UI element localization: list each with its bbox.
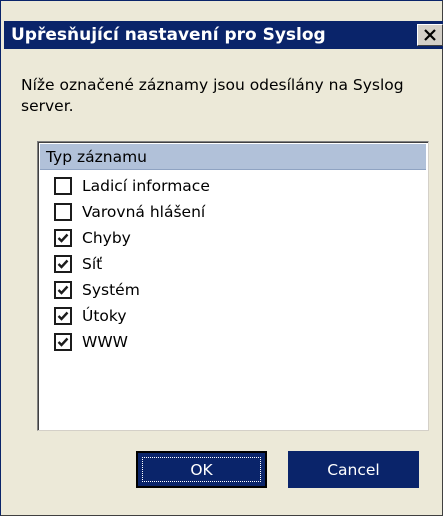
list-item-debug-info[interactable]: Ladicí informace <box>40 173 426 199</box>
checkbox-www[interactable] <box>54 333 72 351</box>
list-item-label: Útoky <box>82 307 127 325</box>
checkmark-icon <box>57 233 69 243</box>
list-item-label: Chyby <box>82 229 131 247</box>
checkbox-debug-info[interactable] <box>54 177 72 195</box>
dialog-description: Níže označené záznamy jsou odesílány na … <box>21 76 404 115</box>
checkbox-errors[interactable] <box>54 229 72 247</box>
cancel-button[interactable]: Cancel <box>288 451 419 488</box>
checkmark-icon <box>57 311 69 321</box>
list-item-network[interactable]: Síť <box>40 251 426 277</box>
list-item-system[interactable]: Systém <box>40 277 426 303</box>
checkmark-icon <box>57 285 69 295</box>
list-item-warnings[interactable]: Varovná hlášení <box>40 199 426 225</box>
focus-ring <box>142 457 261 482</box>
list-item-errors[interactable]: Chyby <box>40 225 426 251</box>
checkbox-system[interactable] <box>54 281 72 299</box>
list-item-attacks[interactable]: Útoky <box>40 303 426 329</box>
checkbox-network[interactable] <box>54 255 72 273</box>
list-item-label: Systém <box>82 281 140 299</box>
close-button[interactable] <box>417 24 443 46</box>
cancel-button-label: Cancel <box>327 460 380 479</box>
list-item-www[interactable]: WWW <box>40 329 426 355</box>
title-bar[interactable]: Upřesňující nastavení pro Syslog <box>4 21 443 49</box>
list-item-label: Síť <box>82 255 103 273</box>
syslog-settings-dialog: Upřesňující nastavení pro Syslog Níže oz… <box>0 0 443 516</box>
ok-button[interactable]: OK <box>136 451 267 488</box>
list-column-header[interactable]: Typ záznamu <box>40 144 426 170</box>
record-type-list[interactable]: Typ záznamu Ladicí informace Varovná hlá… <box>37 141 429 431</box>
list-items: Ladicí informace Varovná hlášení Chyby S… <box>40 173 426 355</box>
close-icon <box>424 29 436 41</box>
dialog-title: Upřesňující nastavení pro Syslog <box>11 25 326 45</box>
checkmark-icon <box>57 337 69 347</box>
checkmark-icon <box>57 259 69 269</box>
checkbox-warnings[interactable] <box>54 203 72 221</box>
list-item-label: Varovná hlášení <box>82 203 206 221</box>
checkbox-attacks[interactable] <box>54 307 72 325</box>
list-item-label: Ladicí informace <box>82 177 210 195</box>
list-item-label: WWW <box>82 333 128 351</box>
